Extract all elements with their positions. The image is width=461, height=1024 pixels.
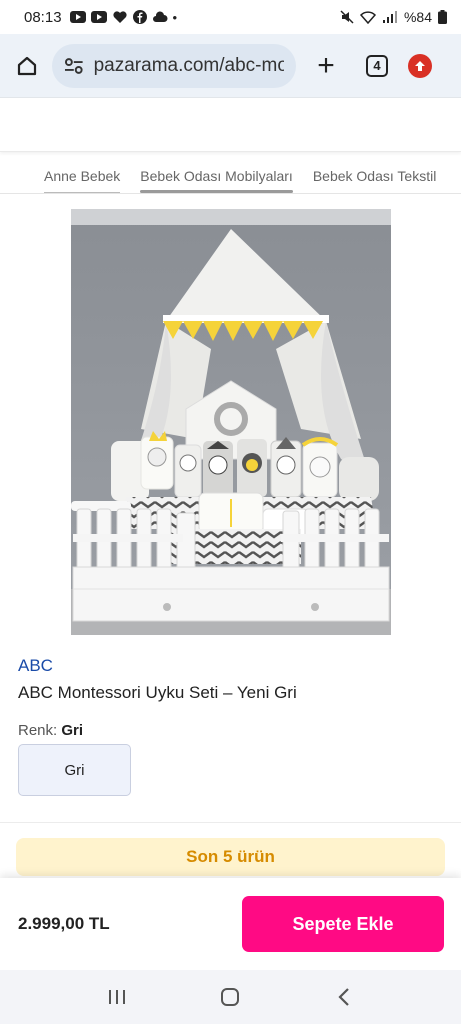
color-value: Gri bbox=[61, 722, 84, 739]
product-title: ABC Montessori Uyku Seti – Yeni Gri bbox=[18, 683, 297, 702]
signal-icon bbox=[382, 10, 397, 23]
add-to-cart-button[interactable]: Sepete Ekle bbox=[242, 896, 444, 952]
battery-icon bbox=[438, 10, 447, 24]
site-settings-icon[interactable] bbox=[64, 57, 84, 75]
youtube-icon bbox=[90, 11, 107, 23]
home-nav-icon bbox=[221, 988, 240, 1006]
back-button[interactable] bbox=[324, 977, 364, 1017]
clock: 08:13 bbox=[24, 8, 62, 26]
cloud-icon bbox=[152, 11, 168, 22]
youtube-icon bbox=[69, 11, 86, 23]
notification-icons: • bbox=[69, 9, 178, 25]
product-image[interactable] bbox=[71, 209, 391, 635]
facebook-icon bbox=[132, 10, 147, 24]
color-label-text: Renk: bbox=[18, 722, 58, 739]
breadcrumb-item[interactable]: Bebek Odası Mobilyaları bbox=[140, 168, 293, 193]
color-option-button[interactable]: Gri bbox=[18, 744, 131, 796]
product-photo bbox=[71, 209, 391, 635]
address-bar[interactable]: pazarama.com/abc-mo bbox=[52, 43, 296, 88]
add-to-cart-bar: 2.999,00 TL Sepete Ekle bbox=[0, 878, 461, 970]
breadcrumb-item[interactable]: Anne Bebek bbox=[44, 168, 121, 193]
url-text: pazarama.com/abc-mo bbox=[93, 54, 284, 76]
heart-icon bbox=[112, 11, 127, 23]
color-label: Renk: Gri bbox=[18, 722, 83, 739]
stock-notice: Son 5 ürün bbox=[16, 838, 445, 876]
breadcrumb: Anne Bebek Bebek Odası Mobilyaları Bebek… bbox=[0, 154, 461, 194]
tab-switcher-button[interactable]: 4 bbox=[366, 54, 388, 77]
system-nav-bar bbox=[0, 970, 461, 1024]
home-button[interactable] bbox=[12, 51, 42, 81]
brand-link[interactable]: ABC bbox=[18, 656, 53, 676]
system-icons: %84 bbox=[340, 9, 447, 25]
recent-apps-icon bbox=[108, 990, 125, 1004]
price: 2.999,00 TL bbox=[18, 914, 110, 933]
breadcrumb-item[interactable]: Bebek Odası Tekstil bbox=[313, 168, 436, 193]
browser-toolbar: pazarama.com/abc-mo + 4 bbox=[0, 34, 461, 98]
wifi-icon bbox=[359, 10, 376, 24]
home-icon bbox=[17, 56, 37, 75]
dot-icon: • bbox=[172, 9, 178, 25]
new-tab-button[interactable]: + bbox=[306, 50, 346, 81]
battery-percent: %84 bbox=[403, 9, 432, 25]
recent-apps-button[interactable] bbox=[97, 977, 137, 1017]
divider bbox=[0, 822, 461, 823]
update-icon[interactable] bbox=[408, 53, 432, 78]
home-nav-button[interactable] bbox=[210, 977, 250, 1017]
mute-icon bbox=[340, 10, 354, 24]
back-icon bbox=[338, 988, 349, 1006]
status-bar: 08:13 • %84 bbox=[0, 0, 461, 34]
site-header bbox=[0, 98, 461, 152]
